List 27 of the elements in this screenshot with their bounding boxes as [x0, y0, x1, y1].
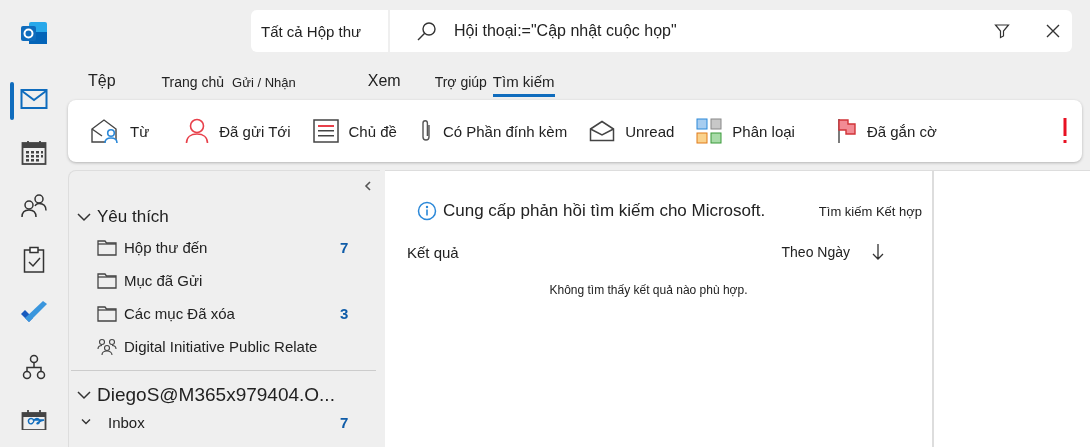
ribbon-button[interactable]: Đã gắn cờ	[836, 114, 937, 148]
feedback-link[interactable]: Cung cấp phản hồi tìm kiếm cho Microsoft.	[443, 201, 813, 221]
search-scope-dropdown[interactable]: Tất cả Hộp thư	[251, 10, 388, 52]
ribbon-tab[interactable]: Tìm kiếm	[492, 73, 555, 97]
folder-item[interactable]: Hộp thư đến 7	[69, 231, 380, 264]
ribbon-tab[interactable]: Gửi / Nhận	[232, 75, 296, 97]
combined-search-link[interactable]: Tìm kiếm Kết hợp	[818, 203, 922, 219]
folder-group-header[interactable]: Yêu thích	[69, 203, 380, 231]
folder-item[interactable]: Các mục Đã xóa 3	[69, 297, 380, 330]
folder-item[interactable]: Mục đã Gửi	[69, 264, 380, 297]
ribbon-button[interactable]: Đã gửi Tới	[185, 114, 291, 148]
folder-item[interactable]: Inbox 7	[69, 409, 380, 435]
ribbon-tab[interactable]: Tệp	[88, 72, 116, 97]
ribbon-tab[interactable]: Trang chủ	[161, 74, 225, 97]
ribbon-button[interactable]: Unread	[589, 116, 675, 146]
ribbon-button[interactable]: Có Phần đính kèm	[418, 114, 568, 148]
sort-button[interactable]: Theo Ngày	[781, 244, 850, 260]
ribbon-button[interactable]: Từ	[90, 114, 150, 148]
folder-item[interactable]: Digital Initiative Public Relate	[69, 330, 380, 363]
ribbon-tab[interactable]: Trợ giúp	[434, 74, 487, 97]
ribbon-button[interactable]: Phân loại	[696, 114, 795, 148]
search-field[interactable]: Hội thoại:="Cập nhật cuộc họp"	[390, 10, 1072, 52]
ribbon-button[interactable]: Chủ đề	[312, 115, 397, 147]
results-heading: Kết quả	[407, 243, 460, 261]
folder-group-header[interactable]: DiegoS@M365x979404.O...	[69, 381, 380, 409]
empty-results-message: Không tìm thấy kết quả nào phù hợp.	[548, 282, 749, 297]
ribbon-tab[interactable]: Xem	[367, 72, 401, 97]
